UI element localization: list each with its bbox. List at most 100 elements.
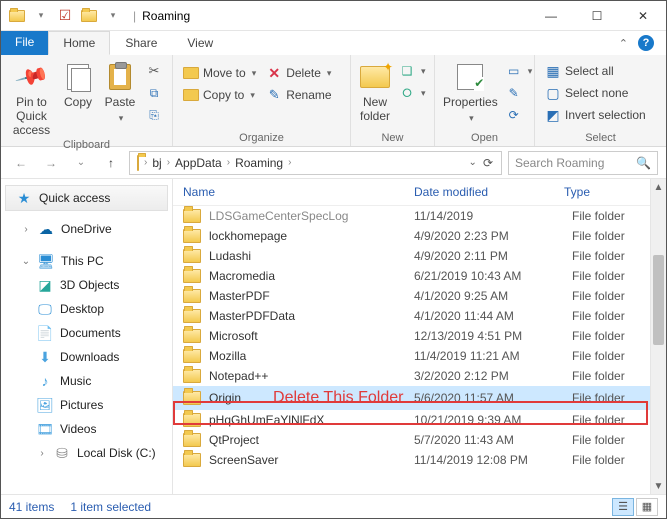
table-row[interactable]: lockhomepage4/9/2020 2:23 PMFile folder <box>173 226 650 246</box>
back-button[interactable]: ← <box>9 151 33 175</box>
breadcrumb-item[interactable]: Roaming <box>232 156 286 170</box>
chevron-right-icon[interactable]: › <box>144 157 147 168</box>
home-tab[interactable]: Home <box>48 31 110 55</box>
delete-button[interactable]: ✕Delete▾ <box>264 63 333 83</box>
address-dropdown-icon[interactable]: ⌄ <box>469 157 477 168</box>
nav-videos[interactable]: 🎞Videos <box>1 417 172 441</box>
file-tab[interactable]: File <box>1 31 48 55</box>
edit-icon: ✎ <box>506 85 522 101</box>
this-pc-nav[interactable]: ⌄🖥This PC <box>1 249 172 273</box>
properties-qat-icon[interactable]: ☑ <box>57 8 73 24</box>
new-item-button[interactable]: ❑▾ <box>397 61 428 81</box>
organize-group: Move to▾ Copy to▾ ✕Delete▾ ✎Rename Organ… <box>173 55 351 146</box>
folder-icon <box>183 329 201 343</box>
nav-3d-objects[interactable]: ◪3D Objects <box>1 273 172 297</box>
copy-path-button[interactable]: ⧉ <box>144 83 164 103</box>
chevron-down-icon[interactable]: ▾ <box>117 113 124 123</box>
rename-button[interactable]: ✎Rename <box>264 85 333 105</box>
table-row[interactable]: MasterPDFData4/1/2020 11:44 AMFile folde… <box>173 306 650 326</box>
select-none-button[interactable]: ▢Select none <box>543 83 648 103</box>
folder-icon <box>9 8 25 24</box>
move-to-button[interactable]: Move to▾ <box>181 63 258 83</box>
details-view-button[interactable]: ☰ <box>612 498 634 516</box>
table-row[interactable]: Ludashi4/9/2020 2:11 PMFile folder <box>173 246 650 266</box>
table-row[interactable]: Notepad++3/2/2020 2:12 PMFile folder <box>173 366 650 386</box>
nav-local-disk[interactable]: ›⛁Local Disk (C:) <box>1 441 172 465</box>
table-row[interactable]: ScreenSaver11/14/2019 12:08 PMFile folde… <box>173 450 650 470</box>
up-button[interactable]: ↑ <box>99 151 123 175</box>
open-group: Properties ▾ ▭▾ ✎ ⟳ Open <box>435 55 535 146</box>
properties-button[interactable]: Properties ▾ <box>443 59 498 123</box>
collapse-ribbon-icon[interactable]: ⌃ <box>619 37 628 50</box>
table-row[interactable]: QtProject5/7/2020 11:43 AMFile folder <box>173 430 650 450</box>
copy-to-button[interactable]: Copy to▾ <box>181 85 258 105</box>
thumbnails-view-button[interactable]: ▦ <box>636 498 658 516</box>
help-icon[interactable]: ? <box>638 35 654 51</box>
invert-selection-button[interactable]: ◩Invert selection <box>543 105 648 125</box>
type-column-header[interactable]: Type <box>564 185 642 199</box>
select-all-button[interactable]: ▦Select all <box>543 61 648 81</box>
view-tab[interactable]: View <box>172 31 228 55</box>
nav-music[interactable]: ♪Music <box>1 369 172 393</box>
onedrive-nav[interactable]: ›☁OneDrive <box>1 217 172 241</box>
edit-button[interactable]: ✎ <box>504 83 535 103</box>
chevron-down-icon[interactable]: ▾ <box>250 68 257 79</box>
scroll-up-icon[interactable]: ▲ <box>651 179 666 195</box>
open-button[interactable]: ▭▾ <box>504 61 535 81</box>
breadcrumb-item[interactable]: AppData <box>172 156 225 170</box>
quick-access-nav[interactable]: ★Quick access <box>5 185 168 211</box>
scroll-thumb[interactable] <box>653 255 664 345</box>
pin-to-quick-access-button[interactable]: 📌 Pin to Quick access <box>9 59 54 137</box>
table-row[interactable]: pHqGhUmEaYlNlFdX10/21/2019 9:39 AMFile f… <box>173 410 650 430</box>
chevron-right-icon[interactable]: › <box>288 157 291 168</box>
scroll-down-icon[interactable]: ▼ <box>651 478 666 494</box>
table-row[interactable]: OriginDelete This Folder5/6/2020 11:57 A… <box>173 386 650 410</box>
folder-icon <box>183 309 201 323</box>
new-group: New folder ❑▾ ⭘▾ New <box>351 55 435 146</box>
breadcrumb-root-icon[interactable] <box>134 156 142 170</box>
chevron-right-icon[interactable]: › <box>167 157 170 168</box>
history-button[interactable]: ⟳ <box>504 105 535 125</box>
search-input[interactable]: Search Roaming 🔍 <box>508 151 658 175</box>
chevron-down-icon[interactable]: ▾ <box>248 90 255 101</box>
pin-icon: 📌 <box>10 55 54 99</box>
copy-button[interactable]: Copy <box>60 59 96 110</box>
nav-documents[interactable]: 📄Documents <box>1 321 172 345</box>
folder-qat-icon[interactable] <box>81 8 97 24</box>
name-column-header[interactable]: Name <box>183 185 414 199</box>
qat-dropdown-icon[interactable]: ▾ <box>33 8 49 24</box>
breadcrumb-item[interactable]: bj <box>149 156 164 170</box>
collapse-icon[interactable]: ⌄ <box>21 256 31 267</box>
close-button[interactable]: ✕ <box>620 1 666 31</box>
table-row[interactable]: MasterPDF4/1/2020 9:25 AMFile folder <box>173 286 650 306</box>
nav-pictures[interactable]: 🖼Pictures <box>1 393 172 417</box>
column-headers: Name Date modified Type <box>173 179 650 206</box>
paste-shortcut-button[interactable]: ⎘ <box>144 105 164 125</box>
cut-button[interactable]: ✂ <box>144 61 164 81</box>
folder-icon <box>183 413 201 427</box>
nav-desktop[interactable]: 🖵Desktop <box>1 297 172 321</box>
qat-overflow-icon[interactable]: ▾ <box>105 8 121 24</box>
nav-downloads[interactable]: ⬇Downloads <box>1 345 172 369</box>
expand-icon[interactable]: › <box>37 448 47 459</box>
breadcrumb[interactable]: › bj › AppData › Roaming › ⌄ ⟳ <box>129 151 502 175</box>
table-row[interactable]: LDSGameCenterSpecLog11/14/2019File folde… <box>173 206 650 226</box>
table-row[interactable]: Macromedia6/21/2019 10:43 AMFile folder <box>173 266 650 286</box>
table-row[interactable]: Mozilla11/4/2019 11:21 AMFile folder <box>173 346 650 366</box>
chevron-down-icon[interactable]: ▾ <box>325 68 332 79</box>
maximize-button[interactable]: ☐ <box>574 1 620 31</box>
table-row[interactable]: Microsoft12/13/2019 4:51 PMFile folder <box>173 326 650 346</box>
refresh-icon[interactable]: ⟳ <box>483 156 493 170</box>
paste-button[interactable]: Paste ▾ <box>102 59 138 123</box>
expand-icon[interactable]: › <box>21 224 31 235</box>
chevron-down-icon[interactable]: ▾ <box>467 113 474 123</box>
vertical-scrollbar[interactable]: ▲ ▼ <box>650 179 666 494</box>
date-column-header[interactable]: Date modified <box>414 185 564 199</box>
recent-locations-button[interactable]: ⌄ <box>69 151 93 175</box>
selection-count: 1 item selected <box>70 500 151 514</box>
minimize-button[interactable]: — <box>528 1 574 31</box>
new-folder-button[interactable]: New folder <box>359 59 391 124</box>
easy-access-button[interactable]: ⭘▾ <box>397 83 428 103</box>
chevron-right-icon[interactable]: › <box>227 157 230 168</box>
share-tab[interactable]: Share <box>110 31 172 55</box>
